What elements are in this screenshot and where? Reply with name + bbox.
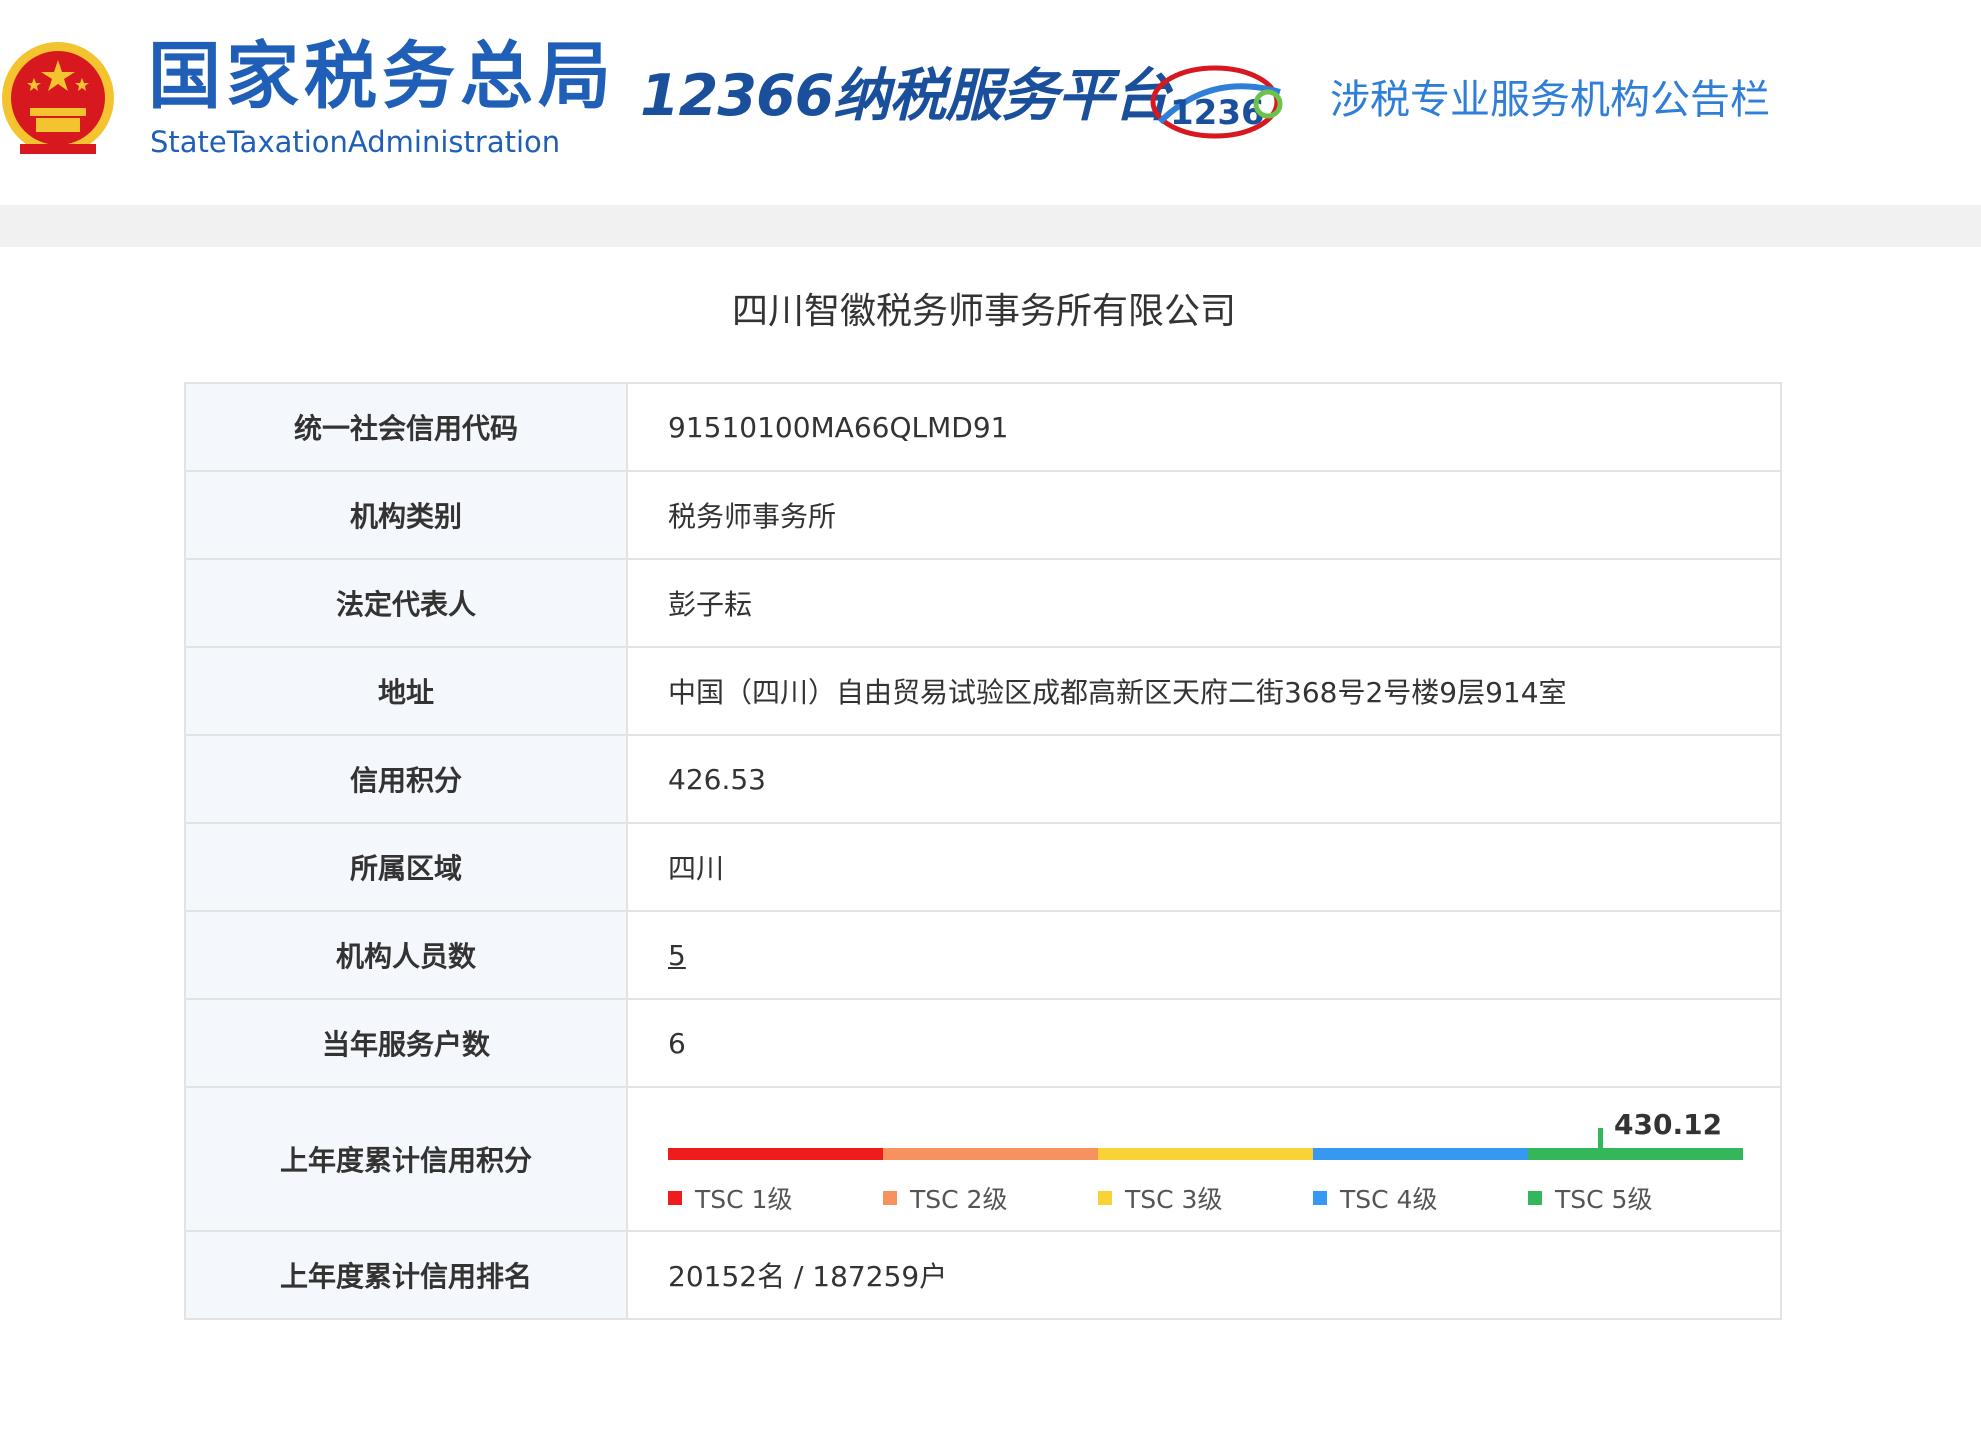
credit-value-label: 430.12: [1614, 1108, 1723, 1141]
credit-level-chart: 430.12 TSC 1级 TSC 2级 TSC 3级 TSC 4级 TSC 5…: [668, 1088, 1768, 1230]
national-emblem-icon: [2, 42, 114, 154]
company-name: 四川智徽税务师事务所有限公司: [731, 291, 1236, 332]
level-segment-1: [668, 1148, 883, 1160]
legend-swatch: [883, 1191, 897, 1205]
legend-item: TSC 4级: [1313, 1180, 1528, 1216]
table-row: 机构人员数 5: [184, 910, 1782, 1000]
legend-item: TSC 5级: [1528, 1180, 1743, 1216]
table-row: 地址 中国（四川）自由贸易试验区成都高新区天府二街368号2号楼9层914室: [184, 646, 1782, 736]
legend-item: TSC 3级: [1098, 1180, 1313, 1216]
table-row: 机构类别 税务师事务所: [184, 470, 1782, 560]
agency-name-cn: 国家税务总局: [148, 34, 616, 119]
legend-swatch: [668, 1191, 682, 1205]
legend-label: TSC 1级: [695, 1185, 793, 1214]
credit-code-value: 91510100MA66QLMD91: [626, 382, 1782, 472]
level-segment-5: [1528, 1148, 1743, 1160]
table-row: 上年度累计信用积分 430.12 TSC 1级 TSC 2级 TSC 3级 TS…: [184, 1086, 1782, 1232]
clients-count-label: 当年服务户数: [184, 998, 628, 1088]
annual-ranking-label: 上年度累计信用排名: [184, 1230, 628, 1320]
staff-count-cell: 5: [626, 910, 1782, 1000]
credit-score-value: 426.53: [626, 734, 1782, 824]
annual-ranking-value: 20152名 / 187259户: [626, 1230, 1782, 1320]
level-segment-3: [1098, 1148, 1313, 1160]
table-row: 信用积分 426.53: [184, 734, 1782, 824]
table-row: 法定代表人 彭子耘: [184, 558, 1782, 648]
legend-swatch: [1313, 1191, 1327, 1205]
level-segment-4: [1313, 1148, 1528, 1160]
address-value: 中国（四川）自由贸易试验区成都高新区天府二街368号2号楼9层914室: [626, 646, 1782, 736]
header-divider-band: [0, 205, 1981, 247]
org-type-label: 机构类别: [184, 470, 628, 560]
table-row: 统一社会信用代码 91510100MA66QLMD91: [184, 382, 1782, 472]
clients-count-value: 6: [626, 998, 1782, 1088]
12366-logo-icon: 1236: [1150, 65, 1283, 139]
legend-item: TSC 2级: [883, 1180, 1098, 1216]
legend-swatch: [1528, 1191, 1542, 1205]
annual-credit-label: 上年度累计信用积分: [184, 1086, 628, 1232]
staff-count-link[interactable]: 5: [668, 939, 686, 972]
platform-title[interactable]: 12366纳税服务平台: [640, 68, 1170, 125]
table-row: 当年服务户数 6: [184, 998, 1782, 1088]
staff-count-label: 机构人员数: [184, 910, 628, 1000]
legend-label: TSC 5级: [1555, 1185, 1653, 1214]
credit-level-bar: [668, 1148, 1743, 1160]
region-label: 所属区域: [184, 822, 628, 912]
legend-label: TSC 4级: [1340, 1185, 1438, 1214]
logo-text: 1236: [1170, 93, 1265, 133]
site-header: 国家税务总局 StateTaxationAdministration 12366…: [0, 0, 1981, 205]
annual-credit-cell: 430.12 TSC 1级 TSC 2级 TSC 3级 TSC 4级 TSC 5…: [626, 1086, 1782, 1232]
legal-rep-value: 彭子耘: [626, 558, 1782, 648]
legal-rep-label: 法定代表人: [184, 558, 628, 648]
table-row: 所属区域 四川: [184, 822, 1782, 912]
bulletin-board-title: 涉税专业服务机构公告栏: [1330, 77, 1770, 123]
legend-swatch: [1098, 1191, 1112, 1205]
region-value: 四川: [626, 822, 1782, 912]
legend-label: TSC 2级: [910, 1185, 1008, 1214]
legend-item: TSC 1级: [668, 1180, 883, 1216]
credit-level-legend: TSC 1级 TSC 2级 TSC 3级 TSC 4级 TSC 5级: [668, 1180, 1743, 1216]
company-info-table: 统一社会信用代码 91510100MA66QLMD91 机构类别 税务师事务所 …: [184, 382, 1782, 1320]
address-label: 地址: [184, 646, 628, 736]
table-row: 上年度累计信用排名 20152名 / 187259户: [184, 1230, 1782, 1320]
credit-code-label: 统一社会信用代码: [184, 382, 628, 472]
legend-label: TSC 3级: [1125, 1185, 1223, 1214]
agency-name-en: StateTaxationAdministration: [150, 125, 561, 159]
level-segment-2: [883, 1148, 1098, 1160]
org-type-value: 税务师事务所: [626, 470, 1782, 560]
credit-score-label: 信用积分: [184, 734, 628, 824]
